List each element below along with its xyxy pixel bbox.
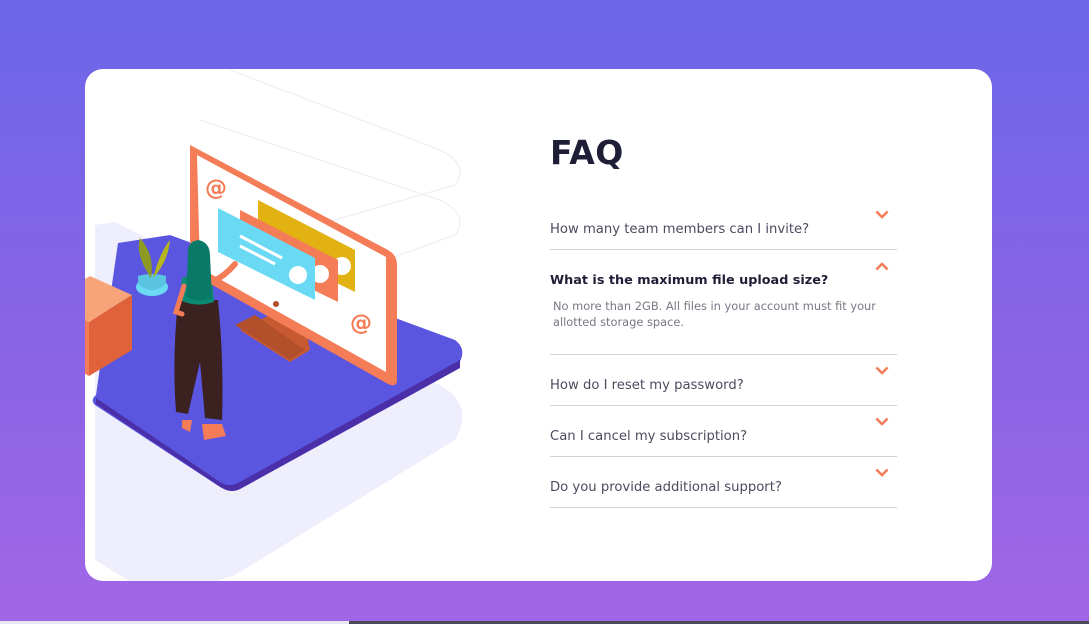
svg-text:@: @: [350, 311, 372, 336]
faq-item: How do I reset my password?: [550, 355, 897, 406]
faq-question-text: How do I reset my password?: [550, 377, 744, 393]
faq-question-text: How many team members can I invite?: [550, 221, 810, 237]
chevron-down-icon: [875, 417, 889, 426]
chevron-down-icon: [875, 366, 889, 375]
faq-card: @ @ @ FAQ How many team members can I in…: [85, 69, 992, 581]
svg-text:@: @: [205, 176, 227, 201]
faq-item: How many team members can I invite?: [550, 199, 897, 250]
chevron-down-icon: [875, 468, 889, 477]
faq-question-button[interactable]: Do you provide additional support?: [550, 457, 897, 507]
faq-question-text: Can I cancel my subscription?: [550, 428, 748, 444]
faq-item: Do you provide additional support?: [550, 457, 897, 508]
faq-question-button[interactable]: How do I reset my password?: [550, 355, 897, 405]
faq-item-expanded: What is the maximum file upload size? No…: [550, 250, 897, 355]
faq-question-text: What is the maximum file upload size?: [550, 272, 829, 288]
faq-section: FAQ How many team members can I invite? …: [550, 133, 897, 508]
chevron-up-icon: [875, 262, 889, 271]
faq-question-button[interactable]: How many team members can I invite?: [550, 199, 897, 249]
faq-question-button[interactable]: What is the maximum file upload size?: [550, 250, 897, 300]
faq-item: Can I cancel my subscription?: [550, 406, 897, 457]
faq-question-button[interactable]: Can I cancel my subscription?: [550, 406, 897, 456]
illustration-woman-online-icon: @ @ @: [85, 69, 463, 581]
faq-question-text: Do you provide additional support?: [550, 479, 782, 495]
chevron-down-icon: [875, 210, 889, 219]
faq-answer-text: No more than 2GB. All files in your acco…: [553, 299, 876, 329]
page-title: FAQ: [550, 133, 624, 172]
